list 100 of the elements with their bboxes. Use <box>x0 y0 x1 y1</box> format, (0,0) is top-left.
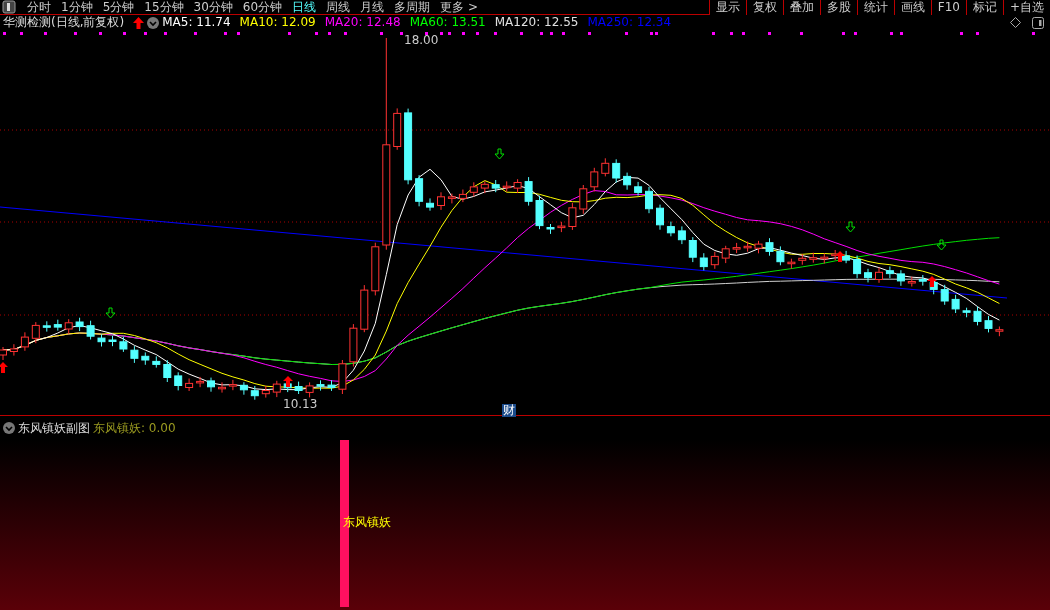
candlestick <box>349 323 358 367</box>
candlestick <box>437 191 445 211</box>
finance-marker[interactable]: 财 <box>502 404 516 417</box>
candlestick <box>776 245 785 266</box>
candlestick <box>896 269 905 287</box>
chart-title: 华测检测(日线,前复权) <box>3 15 125 30</box>
candlestick <box>885 266 894 279</box>
panel-toggle-icon[interactable] <box>2 0 16 14</box>
period-tab[interactable]: 月线 <box>355 0 390 15</box>
sub-chart-title: 东风镇妖副图 <box>18 420 90 437</box>
candlestick <box>623 172 632 191</box>
candlestick <box>612 158 621 184</box>
candlestick <box>557 221 566 233</box>
dropdown-icon[interactable] <box>147 16 160 29</box>
candlestick <box>239 381 248 396</box>
panel-icon[interactable] <box>1032 16 1044 29</box>
up-arrow-icon <box>133 16 145 29</box>
candlestick <box>360 284 369 333</box>
period-tab[interactable]: 更多 > <box>435 0 483 15</box>
candlestick <box>218 381 226 394</box>
high-price-label: 18.00 <box>404 34 439 47</box>
candlestick <box>732 242 741 254</box>
toolbar-button[interactable]: 叠加 <box>782 0 820 15</box>
candlestick <box>524 176 533 207</box>
candlestick <box>973 306 982 326</box>
up-arrow-icon <box>835 251 845 262</box>
candlestick <box>64 318 73 335</box>
period-tab[interactable]: 60分钟 <box>237 0 288 15</box>
candlestick <box>568 202 577 231</box>
toolbar-button[interactable]: 统计 <box>856 0 894 15</box>
candlestick <box>185 378 194 392</box>
candlestick <box>371 242 380 296</box>
period-tab[interactable]: 5分钟 <box>97 0 140 15</box>
candlestick <box>327 379 336 392</box>
candlestick <box>9 343 18 357</box>
down-arrow-icon <box>845 221 856 233</box>
toolbar-button[interactable]: 多股 <box>819 0 857 15</box>
candlestick <box>645 186 653 214</box>
diamond-icon[interactable] <box>1010 17 1021 28</box>
candlestick <box>677 225 686 245</box>
candlestick <box>228 379 237 391</box>
candlestick <box>820 252 829 264</box>
candlestick <box>20 331 29 352</box>
candlestick <box>787 258 796 270</box>
candlestick <box>415 174 424 207</box>
period-tab[interactable]: 1分钟 <box>56 0 98 15</box>
candlestick <box>480 180 489 194</box>
candlestick <box>907 276 916 287</box>
toolbar-button[interactable]: 复权 <box>745 0 783 15</box>
candlestick <box>305 381 314 398</box>
moving-average-value: MA120: 12.55 <box>494 15 579 30</box>
candlestick <box>42 320 51 333</box>
toolbar-button[interactable]: +自选 <box>1002 0 1050 15</box>
candlestick <box>590 167 599 192</box>
low-price-label: 10.13 <box>283 398 318 411</box>
period-tab[interactable]: 30分钟 <box>188 0 238 15</box>
candlestick <box>634 181 643 197</box>
toolbar-button[interactable]: F10 <box>930 0 966 15</box>
candlestick <box>754 240 763 254</box>
candlestick <box>174 371 183 391</box>
candlestick <box>0 346 7 361</box>
period-tab[interactable]: 15分钟 <box>139 0 189 15</box>
candlestick <box>316 379 325 392</box>
down-arrow-icon <box>936 239 947 251</box>
candlestick <box>31 321 40 344</box>
toolbar-button[interactable]: 显示 <box>708 0 746 15</box>
up-arrow-icon <box>0 362 8 373</box>
period-tab[interactable]: 多周期 <box>389 0 436 15</box>
candlestick <box>721 245 730 264</box>
period-tab[interactable]: 分时 <box>22 0 56 15</box>
candlestick <box>141 351 150 366</box>
candlestick <box>338 359 347 395</box>
candlestick <box>951 294 960 314</box>
candlestick <box>699 252 708 271</box>
moving-average-value: MA20: 12.48 <box>324 15 401 30</box>
up-arrow-icon <box>283 376 293 387</box>
candlestick <box>250 385 259 401</box>
candlestick <box>601 157 610 177</box>
candlestick <box>97 333 106 347</box>
candlestick <box>458 189 467 203</box>
moving-average-value: MA60: 13.51 <box>409 15 486 30</box>
dropdown-icon[interactable] <box>3 422 15 434</box>
candlestick <box>207 377 215 393</box>
candlestick <box>743 241 752 253</box>
candlestick <box>294 381 303 395</box>
candlestick <box>940 284 949 306</box>
candlestick <box>688 236 697 263</box>
candlestick <box>130 345 139 364</box>
toolbar-button[interactable]: 画线 <box>893 0 931 15</box>
period-tab[interactable]: 日线 <box>287 0 322 15</box>
candlestick <box>393 107 402 151</box>
candlestick <box>656 204 664 231</box>
candlestick <box>995 326 1004 337</box>
up-arrow-icon <box>927 276 937 287</box>
toolbar-button[interactable]: 标记 <box>965 0 1003 15</box>
candlestick <box>163 359 172 383</box>
candlestick <box>765 237 774 257</box>
moving-average-value: MA10: 12.09 <box>239 15 316 30</box>
period-tab[interactable]: 周线 <box>321 0 356 15</box>
candlestick <box>513 178 522 194</box>
